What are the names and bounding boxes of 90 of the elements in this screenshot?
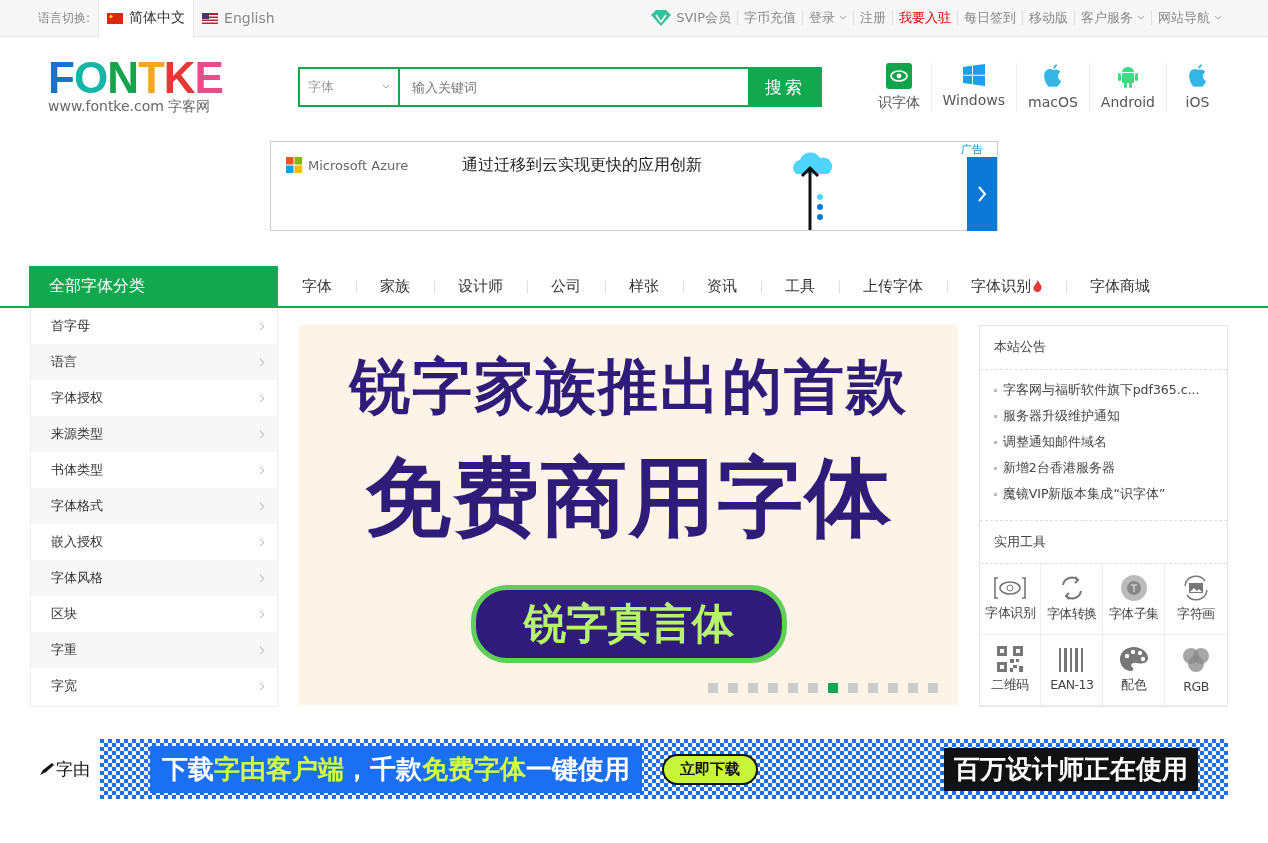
ad-banner[interactable]: Microsoft Azure 通过迁移到云实现更快的应用创新 广告 xyxy=(270,141,998,231)
top-link[interactable]: 网站导航 xyxy=(1151,11,1228,25)
search-field[interactable]: 输入关键词 xyxy=(400,67,748,107)
logo-wordmark[interactable]: FONTKE xyxy=(48,58,298,98)
nav-link[interactable]: 字体 xyxy=(278,266,356,306)
chevron-right-icon xyxy=(259,609,266,619)
next-button[interactable] xyxy=(967,157,997,231)
tool-link[interactable]: 字体子集 xyxy=(1103,564,1166,635)
category-item[interactable]: 来源类型 xyxy=(31,416,278,452)
ad-text: 通过迁移到云实现更快的应用创新 xyxy=(462,155,702,176)
logo-url: www.fontke.com 字客网 xyxy=(48,98,212,116)
slide-title: 免费商用字体 xyxy=(364,446,893,549)
diamond-icon xyxy=(650,9,673,27)
panel-heading: 实用工具 xyxy=(979,520,1227,564)
chevron-down-icon xyxy=(1137,15,1145,21)
top-link[interactable]: 我要入驻 xyxy=(892,11,957,25)
chevron-right-icon xyxy=(259,321,266,331)
notice-link[interactable]: 新增2台香港服务器 xyxy=(993,455,1213,482)
circle-t-icon xyxy=(1120,575,1147,601)
chevron-down-icon xyxy=(382,84,390,90)
tool-link[interactable]: 配色 xyxy=(1103,635,1166,706)
promo-tagline: 百万设计师正在使用 xyxy=(944,747,1198,791)
nav-link[interactable]: 字体商城 xyxy=(1066,266,1174,306)
chevron-right-icon xyxy=(259,393,266,403)
tool-link[interactable]: RGB xyxy=(1165,635,1227,706)
chevron-right-icon xyxy=(259,357,266,367)
nav-link[interactable]: 家族 xyxy=(356,266,434,306)
top-link[interactable]: 字币充值 xyxy=(737,11,802,25)
palette-icon xyxy=(1118,646,1149,672)
flag-icon xyxy=(107,12,124,24)
pen-nib-icon xyxy=(40,763,54,775)
category-item[interactable]: 语言 xyxy=(31,344,278,380)
chevron-right-icon xyxy=(259,537,266,547)
chevron-right-icon xyxy=(259,501,266,511)
eye-icon xyxy=(885,62,912,89)
tool-link[interactable]: 字符画 xyxy=(1165,564,1227,635)
chevron-right-icon xyxy=(977,186,987,202)
tool-link[interactable]: 字体识别 xyxy=(979,564,1042,635)
chevron-right-icon xyxy=(259,645,266,655)
top-link[interactable]: 注册 xyxy=(853,11,892,25)
apple-icon xyxy=(1041,62,1064,89)
tool-link[interactable]: EAN-13 xyxy=(1041,635,1104,706)
image-rotate-icon xyxy=(1182,575,1211,601)
nav-link[interactable]: 上传字体 xyxy=(839,266,947,306)
nav-link[interactable]: 设计师 xyxy=(434,266,527,306)
chevron-right-icon xyxy=(259,573,266,583)
tool-link[interactable]: 二维码 xyxy=(979,635,1042,706)
slide-headline: 锐字家族推出的首款 xyxy=(349,350,908,423)
nav-link[interactable]: 工具 xyxy=(761,266,839,306)
top-link[interactable]: 每日签到 xyxy=(957,11,1022,25)
nav-link[interactable]: 字体识别 xyxy=(947,266,1066,306)
panel-heading: 本站公告 xyxy=(979,326,1227,370)
language-tab[interactable]: 简体中文 xyxy=(98,0,195,37)
platform-link[interactable]: Android xyxy=(1088,62,1166,112)
chevron-right-icon xyxy=(259,429,266,439)
platform-link[interactable]: macOS xyxy=(1016,62,1089,112)
platform-link[interactable]: iOS xyxy=(1166,62,1228,112)
chevron-right-icon xyxy=(259,681,266,691)
carousel-slide[interactable]: 锐字家族推出的首款 免费商用字体 锐字真言体 xyxy=(299,325,958,705)
notice-link[interactable]: 服务器升级维护通知 xyxy=(993,403,1213,430)
overlapping-circles-icon xyxy=(1181,646,1212,674)
nav-link[interactable]: 样张 xyxy=(605,266,683,306)
language-label: 语言切换: xyxy=(38,9,91,27)
nav-link[interactable]: 公司 xyxy=(527,266,605,306)
platform-link[interactable]: 识字体 xyxy=(866,62,931,112)
notice-link[interactable]: 调整通知邮件域名 xyxy=(993,429,1213,456)
download-button[interactable]: 立即下载 xyxy=(662,753,758,785)
nav-link[interactable]: 资讯 xyxy=(683,266,761,306)
category-item[interactable]: 字体格式 xyxy=(31,488,278,524)
ad-brand: Microsoft Azure xyxy=(286,157,462,173)
notice-link[interactable]: 字客网与福昕软件旗下pdf365.c... xyxy=(993,377,1213,404)
chevron-down-icon xyxy=(839,15,847,21)
platform-link[interactable]: Windows xyxy=(930,62,1017,112)
ad-label: 广告 xyxy=(961,142,983,157)
flag-icon xyxy=(202,12,219,24)
top-link[interactable]: 登录 xyxy=(802,11,853,25)
windows-icon xyxy=(961,62,986,87)
slide-badge: 锐字真言体 xyxy=(470,585,787,663)
chevron-right-icon xyxy=(259,465,266,475)
category-item[interactable]: 字重 xyxy=(31,632,278,668)
tool-link[interactable]: 字体转换 xyxy=(1041,564,1104,635)
chevron-down-icon xyxy=(1214,15,1222,21)
apple-icon xyxy=(1186,62,1209,89)
category-item[interactable]: 字体风格 xyxy=(31,560,278,596)
qr-code-icon xyxy=(997,646,1024,672)
eye-icon xyxy=(993,576,1028,600)
promo-headline: 下载字由客户端，千款免费字体一键使用 xyxy=(150,745,642,793)
windows-logo-icon xyxy=(286,157,302,173)
notice-link[interactable]: 魔镜VIP新版本集成“识字体” xyxy=(993,481,1213,508)
barcode-icon xyxy=(1057,648,1086,672)
